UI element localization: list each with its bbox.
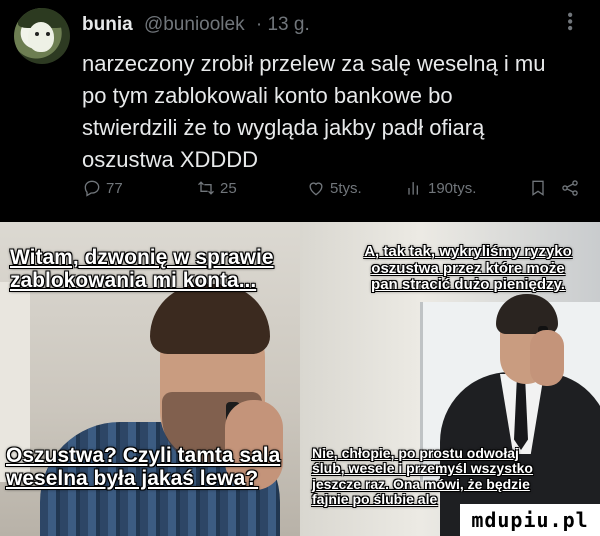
views-icon [408,182,418,195]
caption-right-bottom: Nie, chłopie, po prostu odwołaj ślub, we… [312,445,533,508]
caption-line: Oszustwa? Czyli tamta sala [6,444,281,467]
watermark-logo: mdupiu.pl [460,504,600,536]
views-count: 190tys. [428,179,477,197]
caption-line: Witam, dzwonię w sprawie [10,246,274,269]
avatar-face [28,22,54,52]
retweet-icon [198,181,214,195]
share-icon [562,180,578,196]
author-name[interactable]: bunia [82,14,133,35]
tweet-time[interactable]: · 13 g. [256,14,310,35]
tweet-line: stwierdzili że to wygląda jakby padł ofi… [82,115,485,140]
caption-line: zablokowania mi konta... [10,269,257,293]
caption-right-top: A, tak tak, wykryliśmy ryzyko oszustwa p… [338,243,598,294]
caption-left-bottom: Oszustwa? Czyli tamta sala weselna była … [6,444,280,490]
reply-count: 77 [106,179,123,197]
tweet-actions: 77 25 5tys. 190tys. [82,178,582,202]
avatar-eye [35,32,39,36]
bookmark-button[interactable] [528,178,548,198]
agent-hand [530,330,564,386]
caption-line: pan stracić dużo pieniędzy. [371,276,565,293]
tweet-line: narzeczony zrobił przelew za salę weseln… [82,51,546,76]
avatar-eye [46,32,50,36]
views-button[interactable]: 190tys. [404,178,476,198]
caption-line: oszustwa przez które może [371,259,565,277]
bookmark-icon [532,180,544,196]
author-handle[interactable]: @bunioolek [144,14,245,35]
tweet: bunia @bunioolek · 13 g. ••• narzeczony … [0,0,600,222]
caption-line: weselna była jakaś lewa? [6,467,259,491]
avatar[interactable] [14,8,70,64]
retweet-count: 25 [220,179,237,197]
caption-line: A, tak tak, wykryliśmy ryzyko [364,243,572,260]
more-icon[interactable]: ••• [560,12,578,32]
like-icon [309,182,323,196]
man-hair [150,284,270,354]
tweet-header: bunia @bunioolek · 13 g. [82,14,310,36]
retweet-button[interactable]: 25 [196,178,237,198]
caption-line: ślub, wesele i przemyśl wszystko [312,460,533,477]
like-count: 5tys. [330,179,362,197]
reply-icon [84,180,100,197]
tweet-text: narzeczony zrobił przelew za salę weseln… [82,48,582,176]
caption-line: jeszcze raz. Ona mówi, że będzie [312,475,530,492]
tweet-line: po tym zablokowali konto bankowe bo [82,83,453,108]
like-button[interactable]: 5tys. [306,178,362,198]
caption-left-top: Witam, dzwonię w sprawie zablokowania mi… [10,246,274,292]
agent-hair [496,294,558,334]
share-button[interactable] [560,178,580,198]
reply-button[interactable]: 77 [82,178,123,198]
tweet-line: oszustwa XDDDD [82,147,259,172]
